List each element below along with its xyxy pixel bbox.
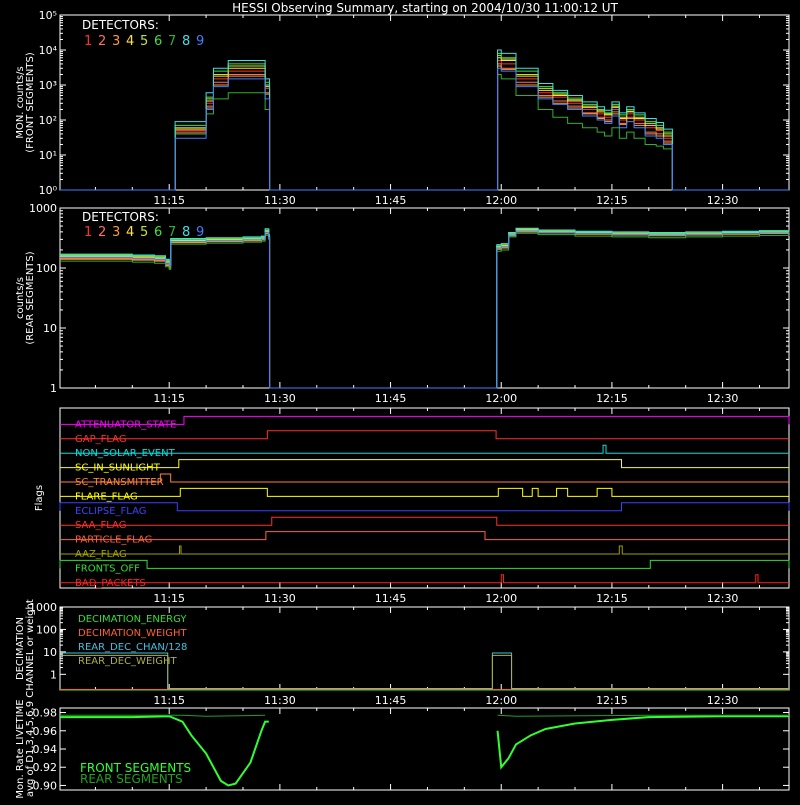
rear-detector-legend-1: 1 — [84, 225, 92, 240]
decimation-xtick-label: 11:30 — [264, 694, 296, 707]
flag-label-eclipse-flag: ECLIPSE_FLAG — [75, 506, 146, 517]
rear-detector-legend-3: 3 — [112, 225, 120, 240]
front-ytick-label: 10⁴ — [39, 44, 58, 57]
observing-summary-figure: HESSI Observing Summary, starting on 200… — [0, 0, 800, 800]
livetime-legend-rear-segments: REAR SEGMENTS — [80, 772, 183, 786]
rear-detector-legend-5: 5 — [140, 225, 148, 240]
decimation-ytick-label: 1 — [50, 668, 57, 681]
front-xtick-label: 11:45 — [375, 194, 407, 207]
rear-detector-legend: 123456789 — [84, 225, 204, 240]
front-xtick-label: 12:15 — [596, 194, 628, 207]
front-detector-legend-3: 3 — [112, 34, 120, 49]
decimation-xtick-label: 12:30 — [707, 694, 739, 707]
rear-ytick-label: 1000 — [29, 202, 57, 215]
rear-ytick-label: 10 — [43, 322, 57, 335]
front-detector-legend-4: 4 — [126, 34, 134, 49]
flag-label-bad-packets: BAD_PACKETS — [75, 578, 146, 589]
decimation-xtick-label: 11:15 — [153, 694, 185, 707]
front-detector-legend-9: 9 — [196, 34, 204, 49]
front-detector-legend-8: 8 — [182, 34, 190, 49]
flags-xtick-label: 11:15 — [153, 592, 185, 605]
rear-detector-legend-6: 6 — [154, 225, 162, 240]
decimation-legend-decimation-weight: DECIMATION_WEIGHT — [78, 628, 187, 639]
rear-xtick-label: 12:30 — [707, 392, 739, 405]
front-detector-legend-5: 5 — [140, 34, 148, 49]
livetime-ytick-label: 0.96 — [33, 725, 58, 738]
flag-label-particle-flag: PARTICLE_FLAG — [75, 535, 152, 546]
rear-xtick-label: 11:15 — [153, 392, 185, 405]
front-detector-legend-2: 2 — [98, 34, 106, 49]
front-detectors-label: DETECTORS: — [82, 18, 159, 32]
flag-label-aaz-flag: AAZ_FLAG — [75, 549, 127, 560]
rear-xtick-label: 12:00 — [485, 392, 517, 405]
rear-ylabel: (REAR SEGMENTS) — [25, 251, 36, 344]
figure-title: HESSI Observing Summary, starting on 200… — [232, 1, 618, 15]
rear-ytick-label: 100 — [36, 262, 57, 275]
rear-detector-legend-2: 2 — [98, 225, 106, 240]
front-xtick-label: 11:30 — [264, 194, 296, 207]
flags-xtick-label: 11:45 — [375, 592, 407, 605]
rear-xtick-label: 11:30 — [264, 392, 296, 405]
front-detector-legend: 123456789 — [84, 34, 204, 49]
flag-label-saa-flag: SAA_FLAG — [75, 520, 126, 531]
flags-xtick-label: 12:30 — [707, 592, 739, 605]
livetime-ytick-label: 0.94 — [33, 743, 58, 756]
front-ytick-label: 10¹ — [39, 149, 57, 162]
flag-label-sc-in-sunlight: SC_IN_SUNLIGHT — [75, 463, 161, 474]
flag-label-flare-flag: FLARE_FLAG — [75, 491, 138, 502]
decimation-legend-rear-dec-weight: REAR_DEC_WEIGHT — [78, 656, 177, 667]
rear-xtick-label: 11:45 — [375, 392, 407, 405]
decimation-legend-rear-dec-chan-128: REAR_DEC_CHAN/128 — [78, 642, 187, 653]
rear-xtick-label: 12:15 — [596, 392, 628, 405]
decimation-ylabel: CHANNEL or weight — [25, 599, 36, 698]
decimation-ytick-label: 10 — [43, 646, 57, 659]
front-ytick-label: 10⁰ — [39, 184, 58, 197]
livetime-ytick-label: 0.92 — [33, 761, 58, 774]
flag-label-attenuator-state: ATTENUATOR_STATE — [75, 419, 176, 430]
rear-detector-legend-8: 8 — [182, 225, 190, 240]
flag-label-sc-transmitter: SC_TRANSMITTER — [75, 477, 164, 488]
rear-detector-legend-4: 4 — [126, 225, 134, 240]
decimation-legend-decimation-energy: DECIMATION_ENERGY — [78, 614, 187, 625]
front-ytick-label: 10⁵ — [39, 9, 57, 22]
decimation-ytick-label: 100 — [36, 623, 57, 636]
flags-ylabel: Flags — [34, 485, 45, 511]
front-xtick-label: 12:00 — [485, 194, 517, 207]
front-detector-legend-1: 1 — [84, 34, 92, 49]
rear-detector-legend-7: 7 — [168, 225, 176, 240]
rear-detectors-label: DETECTORS: — [82, 210, 159, 224]
flags-xtick-label: 12:00 — [485, 592, 517, 605]
decimation-xtick-label: 11:45 — [375, 694, 407, 707]
front-xtick-label: 11:15 — [153, 194, 185, 207]
flag-label-non-solar-event: NON_SOLAR_EVENT — [75, 448, 176, 459]
front-xtick-label: 12:30 — [707, 194, 739, 207]
flag-label-gap-flag: GAP_FLAG — [75, 434, 127, 445]
livetime-ytick-label: 0.98 — [33, 707, 58, 720]
front-ytick-label: 10² — [39, 114, 57, 127]
flags-xtick-label: 12:15 — [596, 592, 628, 605]
livetime-ytick-label: 0.90 — [33, 779, 58, 792]
flags-xtick-label: 11:30 — [264, 592, 296, 605]
flag-label-fronts-off: FRONTS_OFF — [75, 563, 140, 574]
rear-detector-legend-9: 9 — [196, 225, 204, 240]
front-detector-legend-7: 7 — [168, 34, 176, 49]
front-ytick-label: 10³ — [39, 79, 57, 92]
decimation-xtick-label: 12:00 — [485, 694, 517, 707]
front-detector-legend-6: 6 — [154, 34, 162, 49]
decimation-xtick-label: 12:15 — [596, 694, 628, 707]
front-ylabel: (FRONT SEGMENTS) — [25, 52, 36, 153]
rear-ytick-label: 1 — [50, 382, 57, 395]
livetime-ylabel: avg of D1,3,4,5,6,9 — [25, 701, 36, 797]
observing-summary-svg: HESSI Observing Summary, starting on 200… — [0, 0, 800, 800]
